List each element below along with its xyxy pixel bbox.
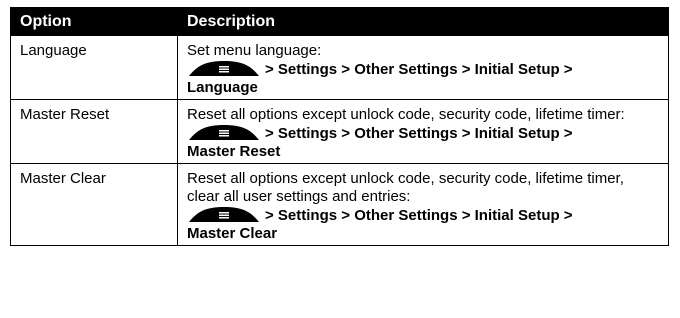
- table-row: Master Clear Reset all options except un…: [10, 163, 669, 246]
- menu-path-line1: > Settings > Other Settings > Initial Se…: [265, 207, 573, 224]
- description-column-header: Description: [177, 7, 669, 36]
- description-cell: Reset all options except unlock code, se…: [177, 163, 669, 246]
- menu-key-icon: [187, 206, 261, 222]
- menu-path-line1: > Settings > Other Settings > Initial Se…: [265, 61, 573, 78]
- table-header-row: Option Description: [10, 7, 669, 36]
- option-column-header: Option: [10, 7, 178, 36]
- description-cell: Reset all options except unlock code, se…: [177, 99, 669, 164]
- menu-path: > Settings > Other Settings > Initial Se…: [187, 206, 659, 225]
- table-row: Language Set menu language: > Settings >…: [10, 35, 669, 100]
- description-text: Reset all options except unlock code, se…: [187, 106, 625, 123]
- option-cell: Master Reset: [10, 99, 178, 164]
- menu-key-icon: [187, 60, 261, 76]
- option-cell: Language: [10, 35, 178, 100]
- description-cell: Set menu language: > Settings > Other Se…: [177, 35, 669, 100]
- option-cell: Master Clear: [10, 163, 178, 246]
- menu-path-target: Master Reset: [187, 143, 281, 160]
- menu-path: > Settings > Other Settings > Initial Se…: [187, 60, 659, 79]
- description-text: Reset all options except unlock code, se…: [187, 170, 624, 205]
- table-row: Master Reset Reset all options except un…: [10, 99, 669, 164]
- menu-path: > Settings > Other Settings > Initial Se…: [187, 124, 659, 143]
- menu-path-line1: > Settings > Other Settings > Initial Se…: [265, 125, 573, 142]
- menu-key-icon: [187, 124, 261, 140]
- menu-path-target: Language: [187, 79, 258, 96]
- menu-path-target: Master Clear: [187, 225, 278, 242]
- options-table: Option Description Language Set menu lan…: [10, 7, 669, 246]
- description-text: Set menu language:: [187, 42, 322, 59]
